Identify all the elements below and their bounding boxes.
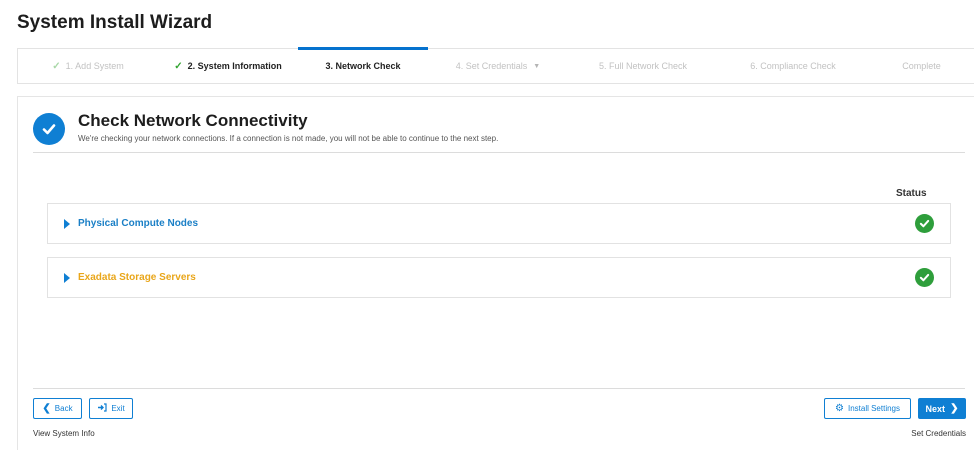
checkmark-circle-icon: [33, 113, 65, 145]
exit-icon: [97, 403, 107, 414]
success-check-icon: [915, 214, 934, 233]
step-network-check[interactable]: 3. Network Check: [298, 47, 428, 83]
step-add-system[interactable]: ✓ 1. Add System: [18, 49, 158, 83]
chevron-left-icon: ❮: [42, 403, 51, 414]
step-complete[interactable]: Complete: [868, 49, 974, 83]
step-set-credentials[interactable]: 4. Set Credentials ▼: [428, 49, 568, 83]
expand-triangle-icon[interactable]: [64, 218, 70, 229]
step-label: 5. Full Network Check: [598, 61, 688, 71]
chevron-right-icon: ❯: [950, 403, 959, 414]
step-label: Complete: [902, 61, 941, 71]
step-full-network-check[interactable]: 5. Full Network Check: [568, 49, 718, 83]
footer-divider: [33, 388, 965, 389]
exit-label: Exit: [111, 404, 125, 413]
wizard-title: System Install Wizard: [17, 12, 213, 33]
status-column-header: Status: [896, 188, 927, 199]
section-title: Check Network Connectivity: [78, 111, 308, 130]
install-settings-label: Install Settings: [847, 404, 900, 413]
step-label: 3. Network Check: [325, 61, 401, 71]
install-settings-button[interactable]: ⚙ Install Settings: [824, 398, 911, 419]
back-label: Back: [54, 404, 73, 413]
expand-triangle-icon[interactable]: [64, 272, 70, 283]
caret-down-icon: ▼: [533, 62, 541, 70]
group-row-exadata-storage-servers[interactable]: Exadata Storage Servers: [47, 257, 951, 298]
step-label: 2. System Information: [187, 61, 282, 71]
group-name[interactable]: Exadata Storage Servers: [78, 272, 196, 283]
success-check-icon: [915, 268, 934, 287]
next-step-caption: Set Credentials: [911, 429, 966, 438]
section-description: We're checking your network connections.…: [78, 134, 499, 143]
step-label: 6. Compliance Check: [750, 61, 836, 71]
exit-button[interactable]: Exit: [89, 398, 133, 419]
divider: [33, 152, 965, 153]
wizard-steps: ✓ 1. Add System ✓ 2. System Information …: [17, 47, 974, 84]
checkmark-icon: ✓: [52, 60, 61, 72]
step-label: 1. Add System: [65, 61, 124, 71]
checkmark-icon: ✓: [174, 60, 183, 72]
back-button[interactable]: ❮ Back: [33, 398, 82, 419]
next-button[interactable]: Next ❯: [918, 398, 966, 419]
gear-icon: ⚙: [835, 403, 844, 414]
group-name[interactable]: Physical Compute Nodes: [78, 218, 198, 229]
step-label: 4. Set Credentials: [455, 61, 528, 71]
step-compliance-check[interactable]: 6. Compliance Check: [718, 49, 868, 83]
group-row-physical-compute-nodes[interactable]: Physical Compute Nodes: [47, 203, 951, 244]
view-system-info-link[interactable]: View System Info: [33, 429, 95, 438]
next-label: Next: [925, 403, 946, 414]
step-system-information[interactable]: ✓ 2. System Information: [158, 49, 298, 83]
